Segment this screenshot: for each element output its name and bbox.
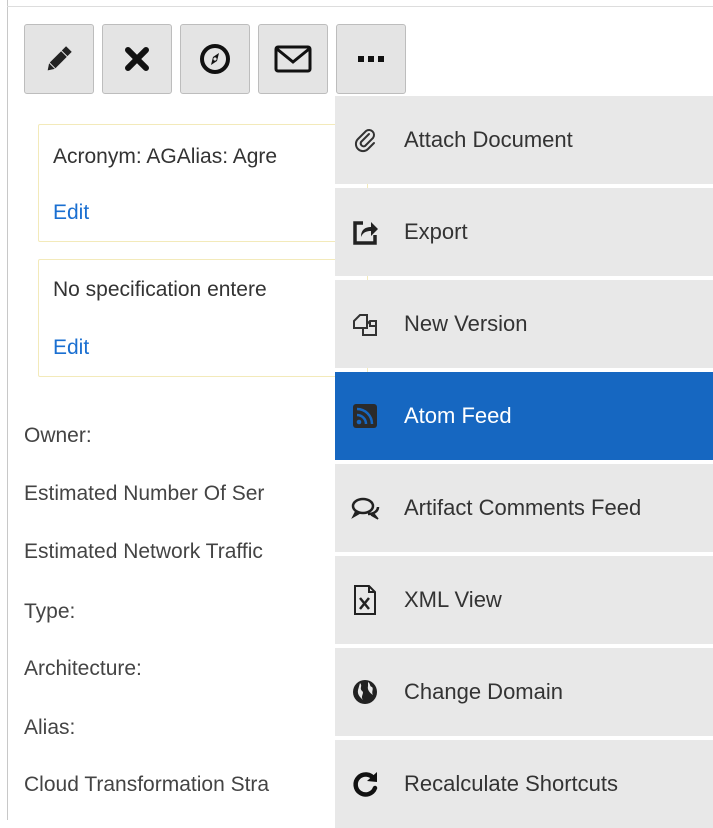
menu-item-label: Attach Document — [404, 127, 573, 152]
edit-link[interactable]: Edit — [53, 336, 89, 360]
pencil-icon — [42, 42, 76, 76]
globe-icon — [349, 676, 381, 708]
copy-icon — [349, 308, 381, 340]
menu-item-change-domain[interactable]: Change Domain — [335, 648, 713, 736]
menu-item-label: XML View — [404, 587, 502, 612]
edit-button[interactable] — [24, 24, 94, 94]
menu-item-atom-feed[interactable]: Atom Feed — [335, 372, 713, 460]
rss-icon — [349, 400, 381, 432]
acronym-card: Acronym: AGAlias: Agre Edit — [38, 124, 368, 242]
estimated-traffic-label: Estimated Network Traffic — [24, 540, 263, 563]
xml-file-icon — [349, 584, 381, 616]
specification-card: No specification entere Edit — [38, 259, 368, 377]
navigate-button[interactable] — [180, 24, 250, 94]
panel-left-border — [7, 0, 8, 820]
type-label: Type: — [24, 600, 76, 623]
more-button[interactable] — [336, 24, 406, 94]
menu-item-attach-document[interactable]: Attach Document — [335, 96, 713, 184]
menu-item-export[interactable]: Export — [335, 188, 713, 276]
menu-item-new-version[interactable]: New Version — [335, 280, 713, 368]
panel-top-border — [7, 6, 713, 7]
estimated-servers-label: Estimated Number Of Ser — [24, 482, 265, 505]
menu-item-label: Export — [404, 219, 468, 244]
alias-label: Alias: — [24, 716, 76, 739]
menu-item-recalculate-shortcuts[interactable]: Recalculate Shortcuts — [335, 740, 713, 828]
menu-item-label: Change Domain — [404, 679, 563, 704]
compass-icon — [198, 42, 232, 76]
export-icon — [349, 216, 381, 248]
delete-button[interactable] — [102, 24, 172, 94]
menu-item-label: New Version — [404, 311, 528, 336]
specification-text: No specification entere — [53, 278, 267, 301]
more-actions-menu: Attach Document Export New Version Atom … — [335, 96, 713, 828]
owner-label: Owner: — [24, 424, 92, 447]
cloud-transformation-label: Cloud Transformation Stra — [24, 773, 270, 796]
menu-item-label: Recalculate Shortcuts — [404, 771, 618, 796]
menu-item-artifact-comments-feed[interactable]: Artifact Comments Feed — [335, 464, 713, 552]
acronym-text: Acronym: AGAlias: Agre — [53, 145, 278, 168]
comments-icon — [349, 492, 381, 524]
more-icon — [357, 54, 385, 64]
envelope-icon — [273, 43, 313, 75]
menu-item-label: Artifact Comments Feed — [404, 495, 642, 520]
edit-link[interactable]: Edit — [53, 201, 89, 225]
email-button[interactable] — [258, 24, 328, 94]
refresh-icon — [349, 768, 381, 800]
menu-item-xml-view[interactable]: XML View — [335, 556, 713, 644]
paperclip-icon — [349, 124, 381, 156]
menu-item-label: Atom Feed — [404, 403, 512, 428]
architecture-label: Architecture: — [24, 657, 142, 680]
close-icon — [122, 44, 152, 74]
